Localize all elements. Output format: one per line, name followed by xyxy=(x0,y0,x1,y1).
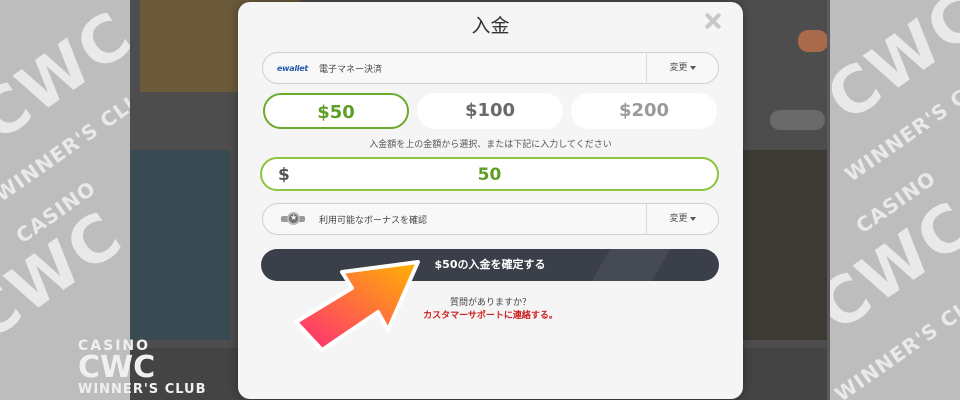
payment-method-label: 電子マネー決済 xyxy=(319,65,383,75)
cwc-logo: CASINO CWC WINNER'S CLUB xyxy=(78,338,207,397)
bonus-ticket-icon: ★ xyxy=(281,212,305,226)
background-pill xyxy=(770,110,825,130)
change-payment-button[interactable]: 変更 xyxy=(646,53,718,83)
background-button xyxy=(798,30,827,52)
bonus-row[interactable]: ★ 利用可能なボーナスを確認 変更 xyxy=(262,203,719,235)
chevron-down-icon xyxy=(689,216,696,221)
change-bonus-button[interactable]: 変更 xyxy=(646,204,718,234)
amount-option-50[interactable]: $50 xyxy=(263,93,409,129)
watermark-cwc: CWC xyxy=(0,0,130,157)
chevron-down-icon xyxy=(689,65,696,70)
close-icon[interactable] xyxy=(704,12,722,30)
amount-value: 50 xyxy=(477,165,502,185)
background-game-tile xyxy=(130,150,230,340)
background-game-tile xyxy=(740,150,827,340)
amount-input[interactable]: $ 50 xyxy=(260,157,719,191)
pointer-arrow-icon xyxy=(294,260,420,352)
amount-option-200[interactable]: $200 xyxy=(571,93,717,129)
watermark-right: CWC WINNER'S CLUB CASINO CWC WINNER'S CL… xyxy=(830,0,960,400)
payment-method-row[interactable]: ewallet 電子マネー決済 変更 xyxy=(262,52,719,84)
amount-hint: 入金額を上の金額から選択、または下記に入力してください xyxy=(369,140,612,150)
amount-option-100[interactable]: $100 xyxy=(417,93,563,129)
modal-title: 入金 xyxy=(471,15,510,37)
ewallet-logo: ewallet xyxy=(277,64,308,73)
bonus-label: 利用可能なボーナスを確認 xyxy=(319,216,428,226)
